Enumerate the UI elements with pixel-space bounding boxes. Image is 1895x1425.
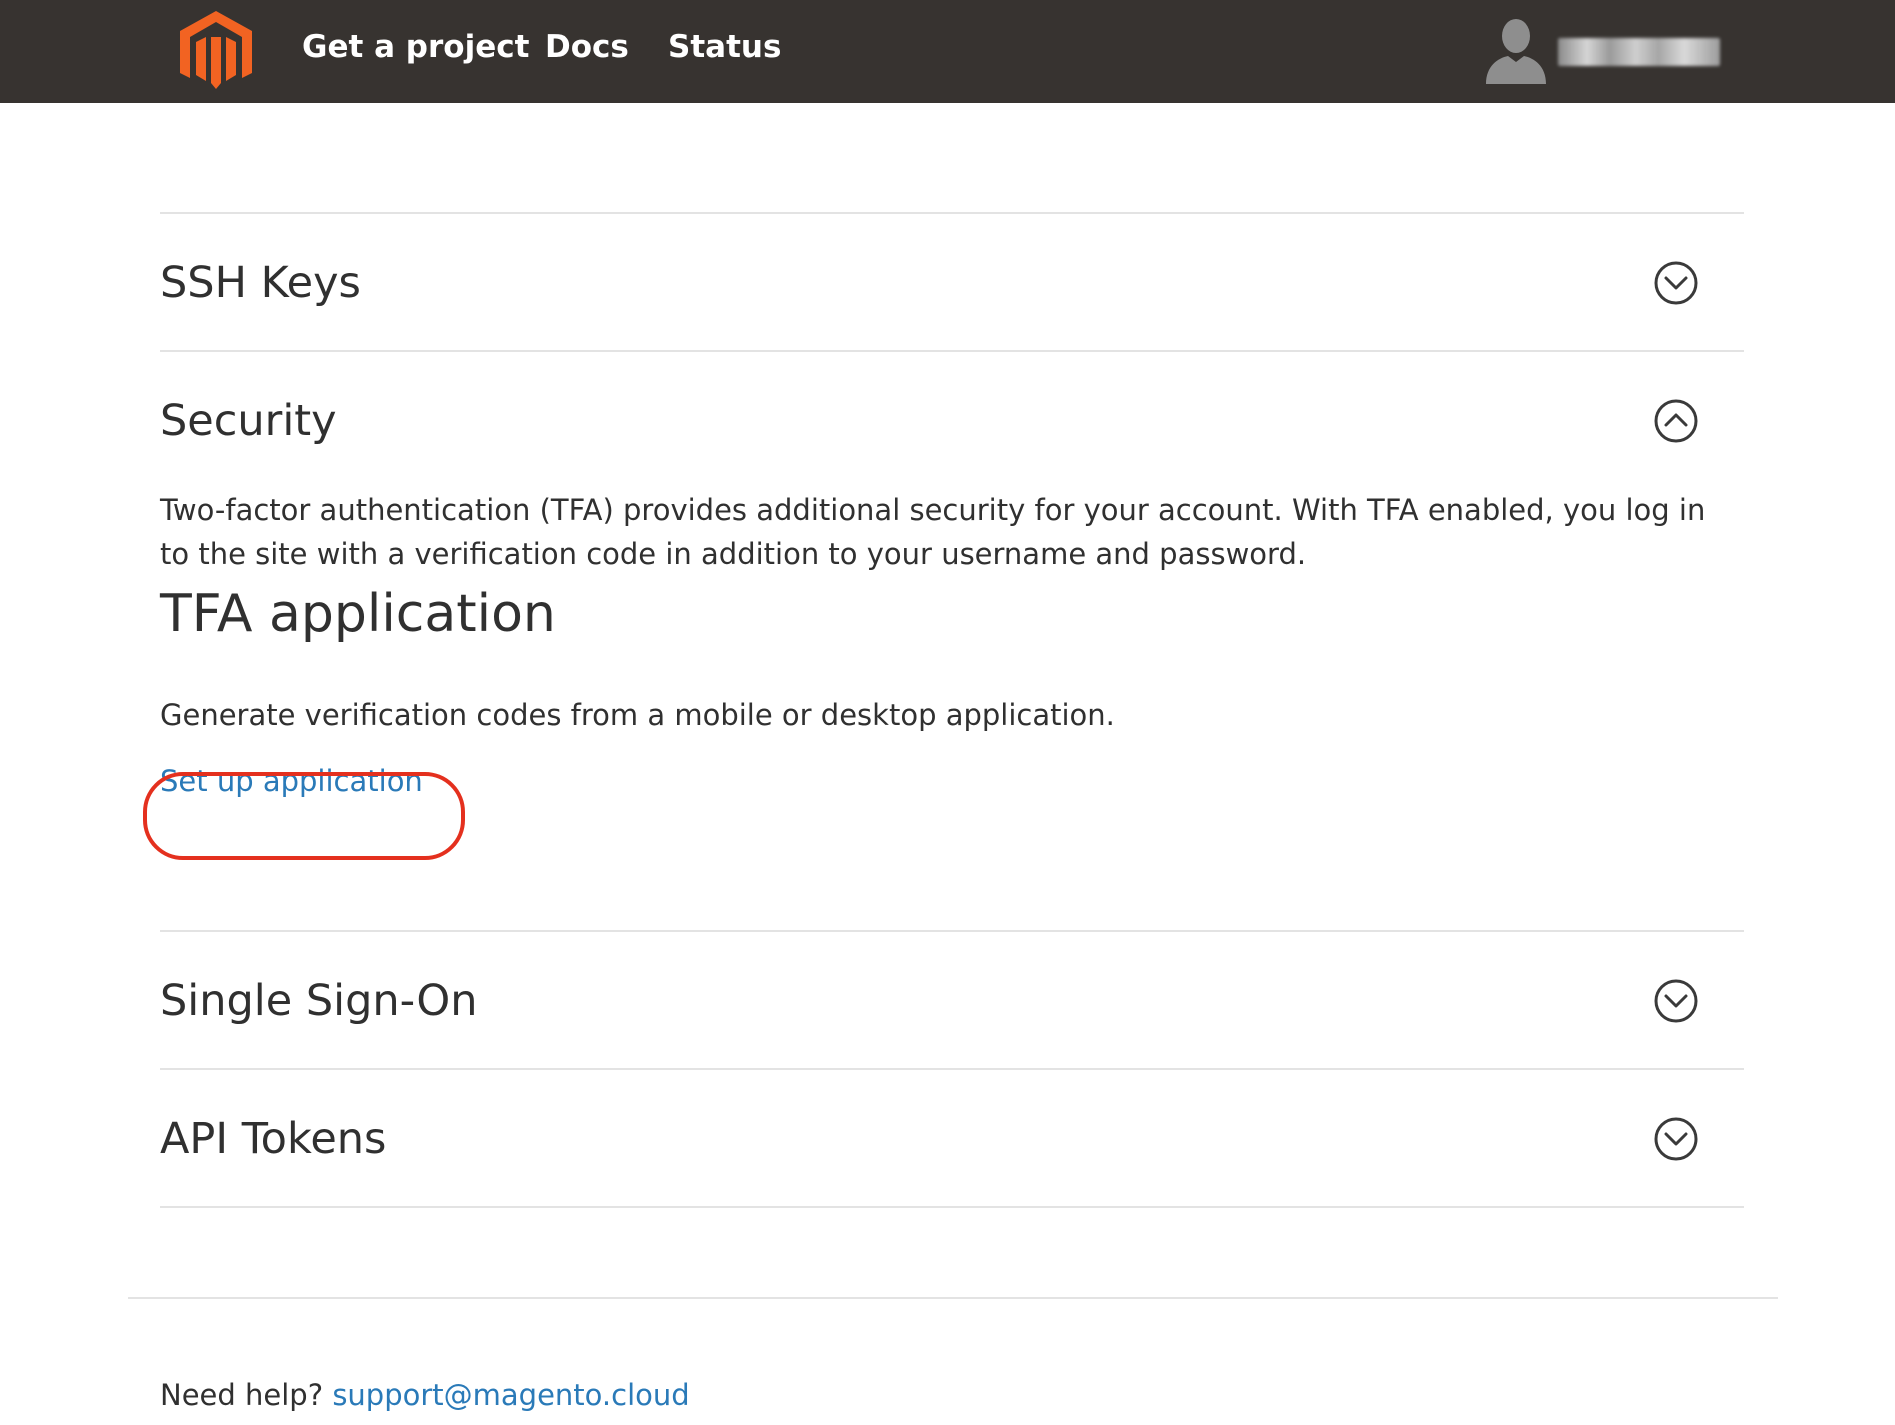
need-help-label: Need help? <box>160 1378 324 1412</box>
chevron-up-circle-icon[interactable] <box>1654 399 1698 443</box>
section-title-api-tokens: API Tokens <box>160 1114 387 1164</box>
account-settings-accordion: SSH Keys Security Two-factor authenticat… <box>143 212 1744 1208</box>
section-title-ssh-keys: SSH Keys <box>160 258 361 308</box>
chevron-down-circle-icon[interactable] <box>1654 261 1698 305</box>
chevron-down-circle-icon[interactable] <box>1654 979 1698 1023</box>
section-security[interactable]: Security <box>160 352 1744 488</box>
tfa-explanation: Two-factor authentication (TFA) provides… <box>160 493 1706 571</box>
divider <box>160 1206 1744 1208</box>
section-api-tokens[interactable]: API Tokens <box>160 1070 1744 1206</box>
help-footer: Need help? support@magento.cloud <box>160 1378 690 1412</box>
tfa-application-heading: TFA application <box>160 584 556 644</box>
support-email-link[interactable]: support@magento.cloud <box>332 1378 689 1412</box>
highlight-annotation-ring <box>143 772 465 860</box>
top-navigation-bar: Get a project Docs Status <box>0 0 1895 103</box>
security-panel: Two-factor authentication (TFA) provides… <box>160 488 1744 930</box>
chevron-down-circle-icon[interactable] <box>1654 1117 1698 1161</box>
nav-docs[interactable]: Docs <box>545 0 629 94</box>
section-ssh-keys[interactable]: SSH Keys <box>160 214 1744 350</box>
nav-get-a-project[interactable]: Get a project <box>302 0 529 94</box>
magento-logo-icon[interactable] <box>180 11 252 90</box>
section-title-single-sign-on: Single Sign-On <box>160 976 478 1026</box>
section-title-security: Security <box>160 396 337 446</box>
section-single-sign-on[interactable]: Single Sign-On <box>160 932 1744 1068</box>
user-silhouette-icon[interactable] <box>1484 16 1548 84</box>
username-label[interactable] <box>1558 38 1720 66</box>
footer-divider <box>128 1297 1778 1299</box>
nav-status[interactable]: Status <box>668 0 781 94</box>
tfa-application-description: Generate verification codes from a mobil… <box>160 698 1115 732</box>
